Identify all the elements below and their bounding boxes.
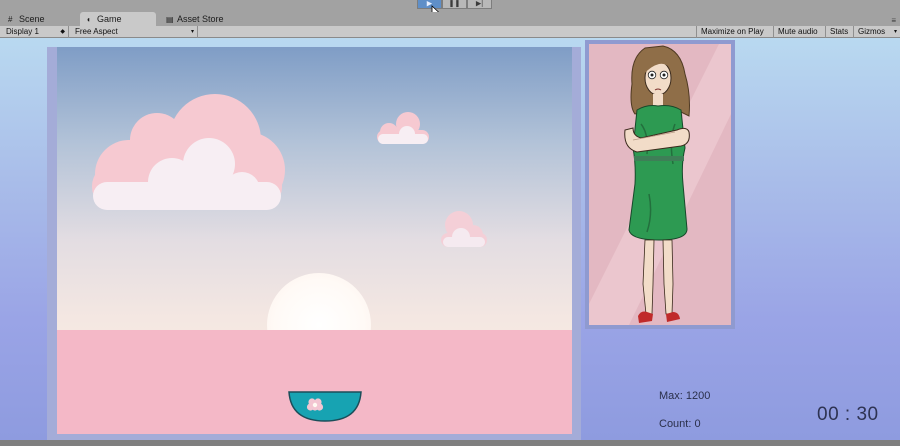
step-button[interactable]: ▶| <box>467 0 492 9</box>
stats-toggle[interactable]: Stats <box>826 26 854 38</box>
playfield <box>57 47 572 434</box>
tab-asset-store[interactable]: ▤ Asset Store <box>160 12 250 26</box>
asset-store-icon: ▤ <box>166 15 174 24</box>
game-pacman-icon: ◖ <box>86 15 91 24</box>
dropdown-caret-icon: ▾ <box>190 29 194 35</box>
tab-game[interactable]: ◖ Game <box>80 12 156 26</box>
editor-bottom-strip <box>0 440 900 446</box>
aspect-select[interactable]: Free Aspect ▾ <box>71 26 198 38</box>
character-portrait <box>589 44 731 325</box>
count-label: Count: 0 <box>659 418 701 430</box>
countdown-timer: 00 : 30 <box>817 404 879 425</box>
dropdown-caret-icon: ▾ <box>893 29 897 35</box>
faint-cloud <box>441 211 487 247</box>
small-cloud <box>377 112 429 144</box>
step-icon: ▶| <box>475 0 484 8</box>
game-toolbar: Display 1 ◆ Free Aspect ▾ Maximize on Play… <box>0 26 900 38</box>
pause-icon: ❚❚ <box>448 0 461 8</box>
maximize-on-play-toggle[interactable]: Maximize on Play <box>696 26 774 38</box>
scene-grid-icon: # <box>8 15 13 24</box>
editor-tabs: # Scene ◖ Game ▤ Asset Store <box>0 12 900 26</box>
max-score-label: Max: 1200 <box>659 390 711 402</box>
large-cloud <box>92 94 285 210</box>
flower-icon <box>306 398 324 411</box>
tab-scene[interactable]: # Scene <box>2 12 72 26</box>
mute-audio-toggle[interactable]: Mute audio <box>774 26 826 38</box>
pause-button[interactable]: ❚❚ <box>442 0 467 9</box>
bowl-catcher[interactable] <box>287 391 363 422</box>
gizmos-dropdown[interactable]: Gizmos ▾ <box>854 26 900 38</box>
play-controls: ▶ ❚❚ ▶| <box>417 0 492 9</box>
stepper-icon: ◆ <box>60 29 65 35</box>
tab-options-icon[interactable]: ≡ <box>891 16 896 25</box>
display-select[interactable]: Display 1 ◆ <box>2 26 69 38</box>
